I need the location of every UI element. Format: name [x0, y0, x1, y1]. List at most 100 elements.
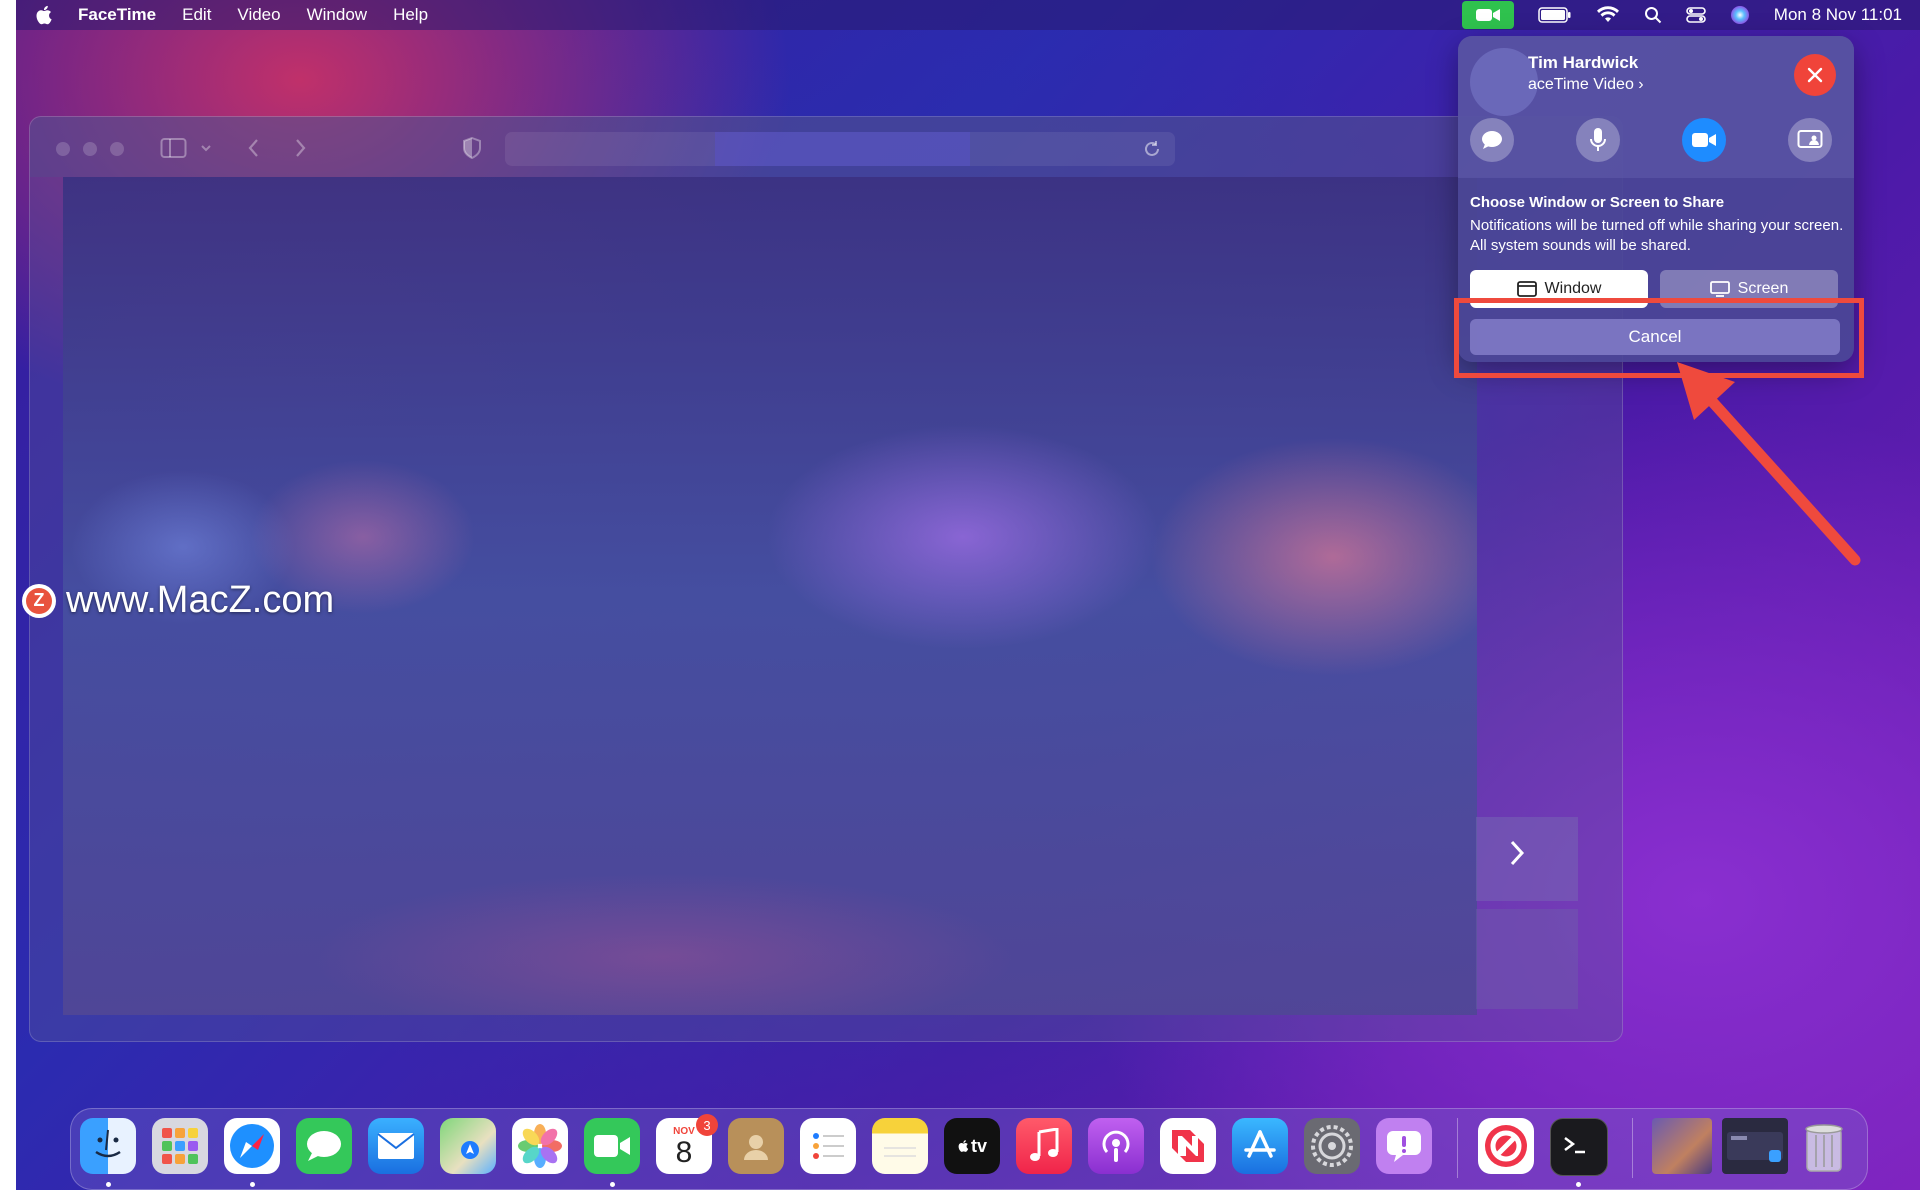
address-bar-highlight	[715, 132, 970, 166]
facetime-status-icon[interactable]	[1461, 1, 1514, 29]
close-icon	[1807, 67, 1823, 83]
share-window-label: Window	[1544, 280, 1602, 297]
mute-button[interactable]	[1576, 118, 1620, 162]
window-icon	[1516, 281, 1537, 297]
watermark-text: www.MacZ.com	[66, 579, 335, 621]
dock-music[interactable]	[1016, 1118, 1072, 1174]
dock-facetime[interactable]	[584, 1118, 640, 1174]
launchpad-icon	[162, 1128, 198, 1164]
share-title: Choose Window or Screen to Share	[1470, 194, 1725, 211]
status-area: Mon 8 Nov 11:01	[1461, 0, 1902, 30]
browser-toolbar	[30, 117, 1622, 177]
reload-icon[interactable]	[1142, 139, 1162, 159]
news-icon	[1172, 1130, 1204, 1162]
side-panel	[1476, 909, 1578, 1009]
wifi-icon[interactable]	[1596, 6, 1620, 24]
privacy-shield-icon[interactable]	[462, 137, 482, 159]
apple-tv-label: tv	[970, 1135, 987, 1156]
dock-running-indicator	[106, 1182, 111, 1187]
messages-button[interactable]	[1470, 118, 1514, 162]
chevron-right-icon[interactable]	[1506, 837, 1528, 869]
dock-trash[interactable]	[1796, 1118, 1852, 1174]
shareplay-button[interactable]	[1788, 118, 1832, 162]
dock-contacts[interactable]	[728, 1118, 784, 1174]
menu-window[interactable]: Window	[307, 5, 367, 25]
control-center-icon[interactable]	[1685, 6, 1706, 24]
trash-icon	[1805, 1124, 1843, 1172]
window-minimize-control[interactable]	[83, 142, 97, 156]
window-close-control[interactable]	[56, 142, 70, 156]
annotation-highlight-box	[1454, 298, 1864, 378]
safari-compass-icon	[230, 1124, 274, 1168]
menu-app-name[interactable]: FaceTime	[78, 5, 156, 25]
dock-messages[interactable]	[296, 1118, 352, 1174]
dock-recent-image[interactable]	[1652, 1118, 1712, 1174]
app-store-icon	[1244, 1130, 1276, 1158]
dock-finder[interactable]	[80, 1118, 136, 1174]
apple-icon[interactable]	[34, 4, 56, 26]
dock-system-preferences[interactable]	[1304, 1118, 1360, 1174]
reminders-list-icon	[813, 1133, 844, 1159]
dock-separator	[1632, 1118, 1633, 1178]
call-type-label: aceTime Video	[1528, 76, 1634, 93]
dock-recent-window[interactable]	[1722, 1118, 1788, 1174]
dock-safari[interactable]	[224, 1118, 280, 1174]
menu-help[interactable]: Help	[393, 5, 428, 25]
dock-reminders[interactable]	[800, 1118, 856, 1174]
dock-podcasts[interactable]	[1088, 1118, 1144, 1174]
menubar-clock[interactable]: Mon 8 Nov 11:01	[1774, 5, 1902, 25]
message-bubble-icon	[1482, 131, 1502, 149]
dock-maps[interactable]	[440, 1118, 496, 1174]
podcasts-icon	[1102, 1130, 1130, 1162]
dock-terminal[interactable]	[1550, 1118, 1608, 1176]
dock-running-indicator	[1576, 1182, 1581, 1187]
photos-flower-icon	[518, 1124, 562, 1168]
share-screen-label: Screen	[1737, 280, 1789, 297]
finder-icon	[95, 1129, 121, 1158]
chevron-down-icon[interactable]	[200, 143, 212, 153]
calendar-month: NOV	[673, 1125, 695, 1137]
dock-running-indicator	[250, 1182, 255, 1187]
video-toggle-button[interactable]	[1682, 118, 1726, 162]
siri-icon[interactable]	[1730, 5, 1750, 25]
end-call-button[interactable]	[1794, 54, 1836, 96]
dock-feedback-assistant[interactable]	[1376, 1118, 1432, 1174]
menu-video[interactable]: Video	[237, 5, 280, 25]
watermark-logo: Z	[22, 583, 56, 618]
microphone-icon	[1590, 128, 1606, 151]
dock-running-indicator	[610, 1182, 615, 1187]
watermark: Z www.MacZ.com	[22, 579, 334, 622]
dock-app-store[interactable]	[1232, 1118, 1288, 1174]
calendar-badge-count: 3	[703, 1117, 711, 1133]
prohibited-icon	[1485, 1125, 1527, 1167]
share-description: Notifications will be turned off while s…	[1470, 217, 1844, 254]
back-icon[interactable]	[246, 137, 262, 159]
calendar-day: 8	[675, 1135, 693, 1169]
dock-mail[interactable]	[368, 1118, 424, 1174]
watermark-badge: Z	[26, 587, 52, 614]
window-thumbnail-icon	[1727, 1132, 1783, 1162]
address-bar[interactable]	[505, 132, 1175, 166]
menu-edit[interactable]: Edit	[182, 5, 211, 25]
dock-blocker-app[interactable]	[1478, 1118, 1534, 1174]
calendar-notification-badge: 3	[696, 1114, 718, 1136]
maps-icon	[461, 1141, 479, 1159]
notes-icon	[884, 1147, 916, 1157]
forward-icon[interactable]	[292, 137, 308, 159]
music-note-icon	[1030, 1128, 1059, 1161]
apple-logo-icon	[958, 1140, 969, 1152]
dock-photos[interactable]	[512, 1118, 568, 1174]
battery-icon[interactable]	[1538, 7, 1572, 23]
display-icon	[1709, 281, 1730, 297]
window-zoom-control[interactable]	[110, 142, 124, 156]
dock-notes[interactable]	[872, 1118, 928, 1174]
dock-apple-tv[interactable]: tv	[944, 1118, 1000, 1174]
dock-launchpad[interactable]	[152, 1118, 208, 1174]
dock-news[interactable]	[1160, 1118, 1216, 1174]
caller-name: Tim Hardwick	[1528, 53, 1639, 72]
screen-edge	[0, 0, 16, 1190]
mail-envelope-icon	[377, 1133, 415, 1159]
call-type-link[interactable]: aceTime Video ›	[1528, 76, 1644, 94]
sidebar-toggle-icon[interactable]	[160, 137, 188, 159]
search-icon[interactable]	[1644, 6, 1662, 24]
